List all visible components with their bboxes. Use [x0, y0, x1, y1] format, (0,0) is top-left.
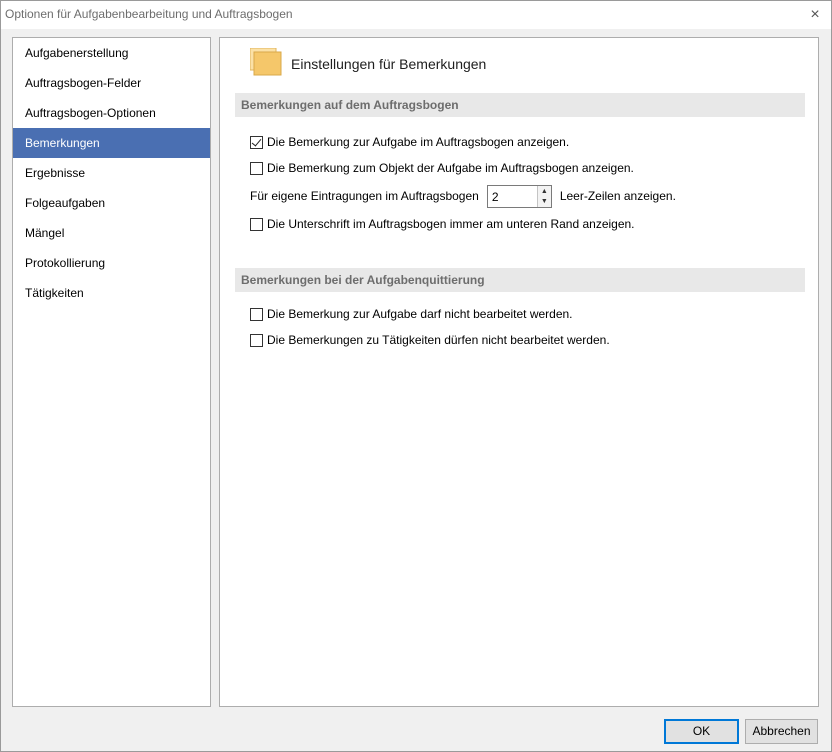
option-label: Die Bemerkung zur Aufgabe im Auftragsbog…: [267, 135, 570, 149]
sidebar-item-taetigkeiten[interactable]: Tätigkeiten: [13, 278, 210, 308]
spin-down-icon[interactable]: ▼: [536, 195, 551, 207]
option-show-task-remark[interactable]: Die Bemerkung zur Aufgabe im Auftragsbog…: [250, 134, 569, 150]
ok-button[interactable]: OK: [664, 719, 739, 744]
category-sidebar: Aufgabenerstellung Auftragsbogen-Felder …: [12, 37, 211, 707]
sidebar-item-aufgabenerstellung[interactable]: Aufgabenerstellung: [13, 38, 210, 68]
sidebar-item-bemerkungen[interactable]: Bemerkungen: [13, 128, 210, 158]
empty-lines-suffix: Leer-Zeilen anzeigen.: [559, 189, 676, 203]
option-label: Die Bemerkungen zu Tätigkeiten dürfen ni…: [267, 333, 610, 347]
checkbox-checked[interactable]: [250, 135, 263, 149]
checkbox[interactable]: [250, 307, 263, 321]
checkbox[interactable]: [250, 333, 263, 347]
sidebar-item-folgeaufgaben[interactable]: Folgeaufgaben: [13, 188, 210, 218]
option-label: Die Unterschrift im Auftragsbogen immer …: [267, 217, 635, 231]
option-label: Die Bemerkung zum Objekt der Aufgabe im …: [267, 161, 634, 175]
sidebar-item-auftragsbogen-optionen[interactable]: Auftragsbogen-Optionen: [13, 98, 210, 128]
checkbox[interactable]: [250, 161, 263, 175]
checkbox[interactable]: [250, 217, 263, 231]
empty-lines-spinner[interactable]: 2 ▲ ▼: [486, 184, 552, 208]
section-header-quittierung: Bemerkungen bei der Aufgabenquittierung: [235, 268, 805, 292]
sidebar-item-ergebnisse[interactable]: Ergebnisse: [13, 158, 210, 188]
option-activity-remarks-readonly[interactable]: Die Bemerkungen zu Tätigkeiten dürfen ni…: [250, 332, 610, 348]
close-icon[interactable]: ×: [799, 1, 831, 29]
title-bar: Optionen für Aufgabenbearbeitung und Auf…: [1, 1, 831, 29]
option-signature-bottom[interactable]: Die Unterschrift im Auftragsbogen immer …: [250, 216, 635, 232]
sidebar-item-protokollierung[interactable]: Protokollierung: [13, 248, 210, 278]
page-title: Einstellungen für Bemerkungen: [291, 56, 487, 72]
section-header-auftragsbogen: Bemerkungen auf dem Auftragsbogen: [235, 93, 805, 117]
empty-lines-prefix: Für eigene Eintragungen im Auftragsbogen: [250, 189, 479, 203]
cancel-button[interactable]: Abbrechen: [745, 719, 818, 744]
sidebar-item-auftragsbogen-felder[interactable]: Auftragsbogen-Felder: [13, 68, 210, 98]
window-title: Optionen für Aufgabenbearbeitung und Auf…: [5, 7, 293, 21]
sidebar-item-maengel[interactable]: Mängel: [13, 218, 210, 248]
settings-panel: Einstellungen für Bemerkungen Bemerkunge…: [219, 37, 819, 707]
options-dialog: Optionen für Aufgabenbearbeitung und Auf…: [0, 0, 832, 752]
folder-icon: [250, 48, 282, 76]
option-label: Die Bemerkung zur Aufgabe darf nicht bea…: [267, 307, 573, 321]
spinner-value[interactable]: 2: [492, 190, 499, 204]
option-show-object-remark[interactable]: Die Bemerkung zum Objekt der Aufgabe im …: [250, 160, 634, 176]
empty-lines-row: Für eigene Eintragungen im Auftragsbogen…: [250, 184, 676, 208]
option-task-remark-readonly[interactable]: Die Bemerkung zur Aufgabe darf nicht bea…: [250, 306, 573, 322]
